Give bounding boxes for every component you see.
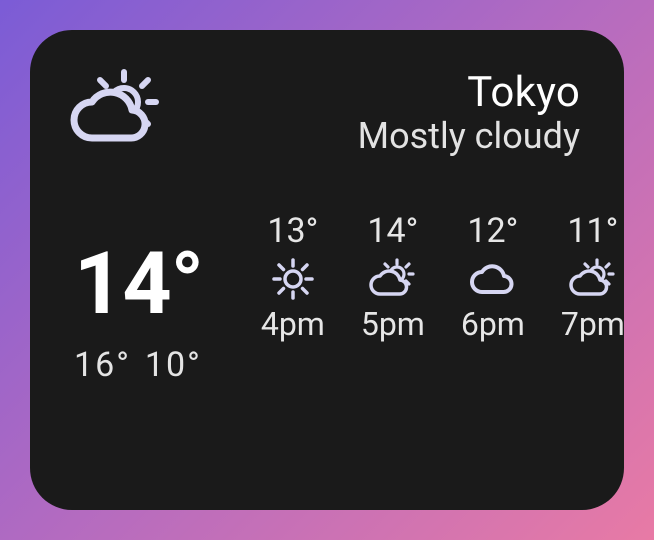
high-low: 16° 10° bbox=[74, 345, 216, 385]
current-block: 14° 16° 10° bbox=[74, 211, 216, 385]
partly-cloudy-icon bbox=[568, 255, 618, 303]
location-name: Tokyo bbox=[358, 68, 580, 117]
hour-time: 7pm bbox=[561, 305, 625, 343]
sunny-icon bbox=[270, 255, 316, 303]
partly-cloudy-icon bbox=[368, 255, 418, 303]
hourly-forecast: 13° bbox=[252, 211, 634, 343]
hour-slot: 13° bbox=[252, 211, 334, 343]
hour-slot: 14° 5pm bbox=[352, 211, 434, 343]
hour-time: 5pm bbox=[361, 305, 425, 343]
hour-slot: 11° 7pm bbox=[552, 211, 634, 343]
weather-widget[interactable]: Tokyo Mostly cloudy 14° 16° 10° 13° bbox=[30, 30, 624, 510]
header-row: Tokyo Mostly cloudy bbox=[74, 66, 580, 157]
hour-time: 6pm bbox=[461, 305, 525, 343]
hour-time: 4pm bbox=[261, 305, 325, 343]
hour-temperature: 13° bbox=[267, 211, 318, 251]
hour-temperature: 11° bbox=[567, 211, 618, 251]
cloudy-icon bbox=[468, 255, 518, 303]
location-block: Tokyo Mostly cloudy bbox=[358, 68, 580, 157]
high-temperature: 16° bbox=[74, 345, 131, 385]
hour-slot: 12° 6pm bbox=[452, 211, 534, 343]
hour-temperature: 14° bbox=[367, 211, 418, 251]
current-temperature: 14° bbox=[74, 241, 216, 327]
hour-temperature: 12° bbox=[467, 211, 518, 251]
partly-cloudy-icon bbox=[70, 66, 166, 154]
main-row: 14° 16° 10° 13° bbox=[74, 211, 580, 385]
condition-text: Mostly cloudy bbox=[358, 115, 580, 157]
low-temperature: 10° bbox=[145, 345, 202, 385]
